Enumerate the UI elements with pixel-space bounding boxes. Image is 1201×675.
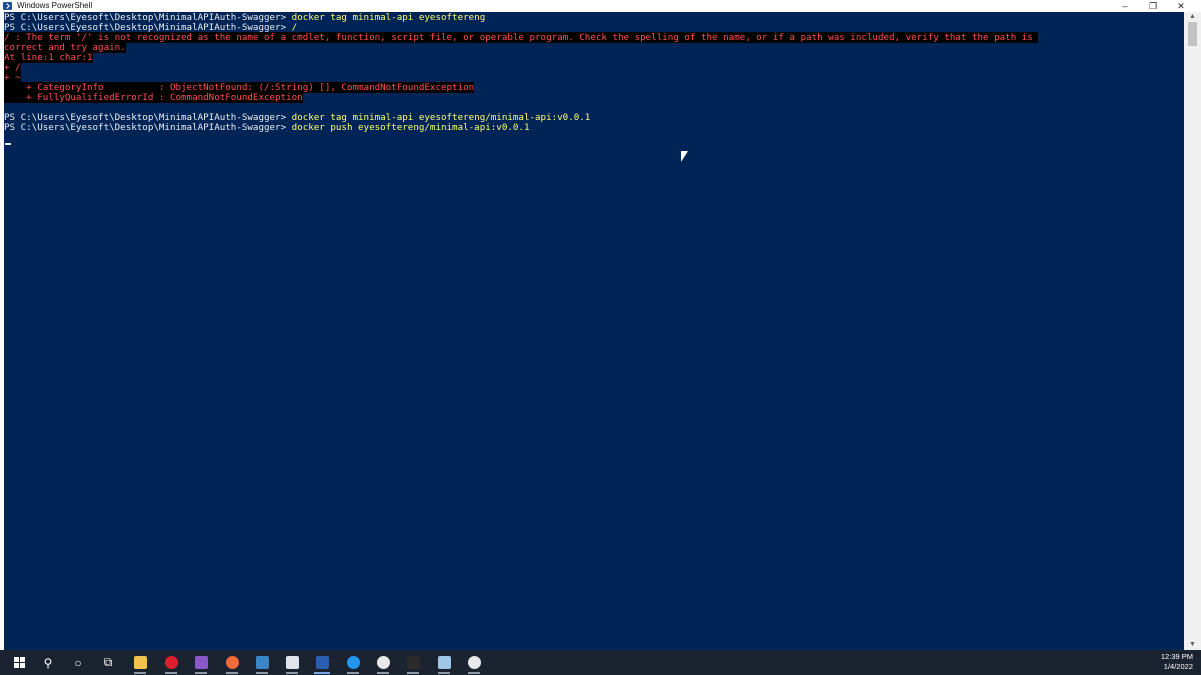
- console-output[interactable]: PS C:\Users\Eyesoft\Desktop\MinimalAPIAu…: [4, 12, 1184, 650]
- folder-icon: [133, 656, 147, 669]
- search-icon: ⚲: [43, 655, 53, 670]
- windows-logo-icon: [13, 657, 25, 668]
- github-icon: [467, 656, 481, 669]
- notepad-icon: [285, 656, 299, 669]
- opera-app[interactable]: [161, 653, 181, 674]
- slack-icon: [376, 656, 390, 669]
- file-explorer-app[interactable]: [130, 653, 150, 674]
- command-text: docker tag minimal-api eyesoftereng: [291, 12, 486, 23]
- notes-icon: [437, 656, 451, 669]
- error-line: + FullyQualifiedErrorId : CommandNotFoun…: [4, 92, 303, 103]
- task-view-button[interactable]: ⧉: [98, 653, 118, 672]
- network-app[interactable]: [252, 653, 272, 674]
- window-title: Windows PowerShell: [17, 1, 93, 10]
- terminal-app[interactable]: [403, 653, 423, 674]
- task-view-icon: ⧉: [103, 655, 113, 669]
- docker-app[interactable]: [343, 653, 363, 674]
- title-bar: Windows PowerShell – ❐ ✕: [0, 0, 1201, 12]
- prompt-path: PS C:\Users\Eyesoft\Desktop\MinimalAPIAu…: [4, 122, 292, 133]
- close-button[interactable]: ✕: [1167, 0, 1195, 12]
- scroll-up-arrow-icon[interactable]: ▲: [1184, 12, 1201, 22]
- powershell-icon: [3, 2, 12, 10]
- network-icon: [255, 656, 269, 669]
- taskbar: 12:39 PM 1/4/2022 ⚲ ○ ⧉: [0, 650, 1201, 675]
- cortana-icon: ○: [74, 655, 82, 670]
- github-app[interactable]: [464, 653, 484, 674]
- opera-icon: [164, 656, 178, 669]
- docker-icon: [346, 656, 360, 669]
- slack-app[interactable]: [373, 653, 393, 674]
- maximize-button[interactable]: ❐: [1139, 0, 1167, 12]
- search-button[interactable]: ⚲: [38, 653, 58, 672]
- powershell-icon: [315, 656, 329, 669]
- scroll-thumb[interactable]: [1188, 22, 1197, 46]
- error-line: / : The term '/' is not recognized as th…: [4, 32, 1039, 43]
- visual-studio-icon: [194, 656, 208, 669]
- clock-date: 1/4/2022: [1163, 662, 1193, 671]
- error-text: / : The term '/' is not recognized as th…: [4, 32, 1039, 43]
- postman-icon: [225, 656, 239, 669]
- scroll-down-arrow-icon[interactable]: ▼: [1184, 640, 1201, 650]
- prompt-line: PS C:\Users\Eyesoft\Desktop\MinimalAPIAu…: [4, 123, 530, 133]
- visual-studio-app[interactable]: [191, 653, 211, 674]
- notes-app[interactable]: [434, 653, 454, 674]
- cortana-button[interactable]: ○: [68, 653, 88, 672]
- text-cursor: [5, 143, 11, 145]
- postman-app[interactable]: [222, 653, 242, 674]
- minimize-button[interactable]: –: [1111, 0, 1139, 12]
- system-clock[interactable]: 12:39 PM 1/4/2022: [1161, 652, 1193, 672]
- powershell-app[interactable]: [312, 653, 332, 674]
- mouse-pointer-icon: [681, 151, 688, 162]
- start-button[interactable]: [9, 653, 29, 672]
- notepad-app[interactable]: [282, 653, 302, 674]
- error-text: + FullyQualifiedErrorId : CommandNotFoun…: [4, 92, 303, 103]
- vertical-scrollbar[interactable]: ▲ ▼: [1184, 12, 1201, 650]
- terminal-icon: [406, 656, 420, 669]
- command-text: docker push eyesoftereng/minimal-api:v0.…: [291, 122, 530, 133]
- clock-time: 12:39 PM: [1160, 652, 1193, 661]
